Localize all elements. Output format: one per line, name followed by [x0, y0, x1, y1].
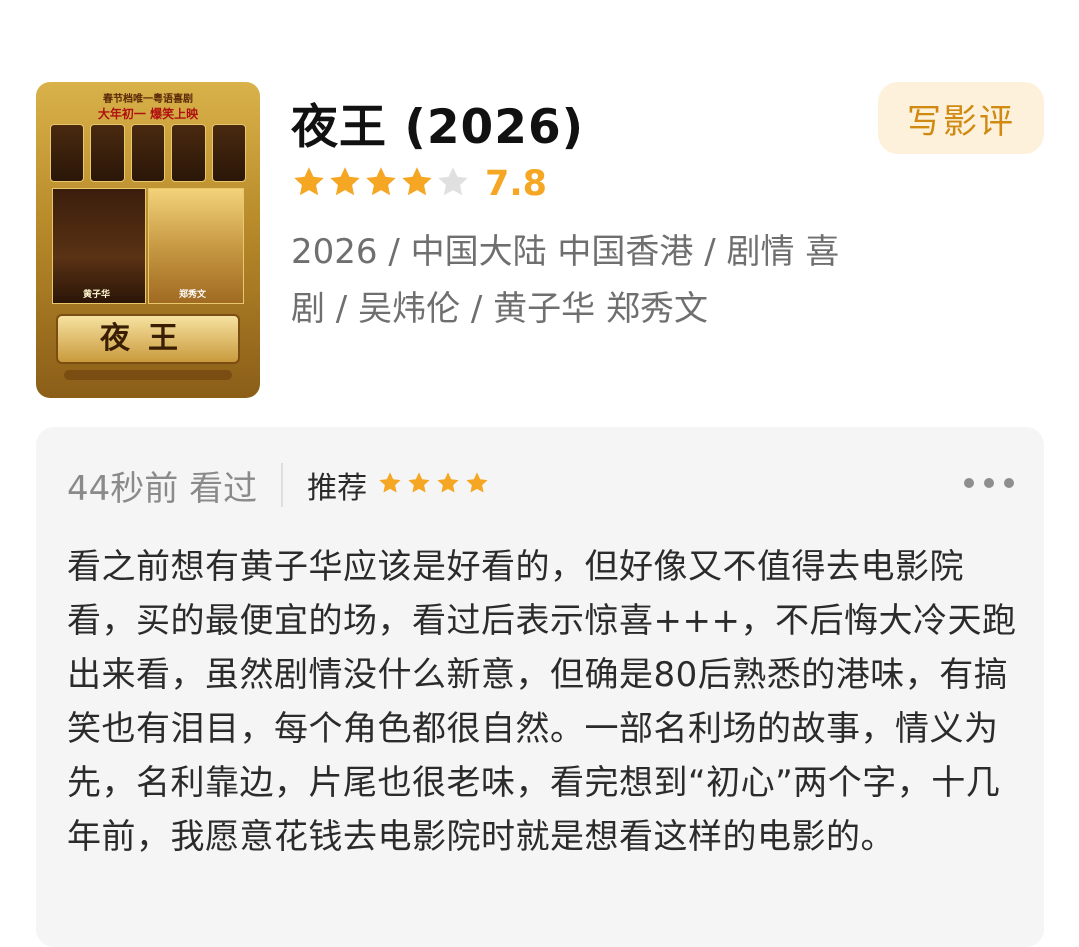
review-header: 44秒前 看过 推荐: [67, 461, 490, 509]
poster-bottom-strip: [64, 370, 232, 380]
poster-cast-row: [50, 124, 247, 182]
review-stars: [377, 470, 490, 500]
poster-cast-photo: [130, 124, 166, 182]
rating-value: 7.8: [485, 164, 548, 204]
review-text: 看之前想有黄子华应该是好看的，但好像又不值得去电影院看，买的最便宜的场，看过后表…: [67, 547, 1017, 857]
more-horizontal-icon: [984, 478, 994, 488]
star-icon: [327, 164, 363, 204]
poster-cast-photo: [50, 124, 85, 182]
more-horizontal-icon: [1004, 478, 1014, 488]
more-options-button[interactable]: [964, 471, 1014, 495]
write-review-button[interactable]: 写影评: [878, 82, 1044, 154]
star-icon: [291, 164, 327, 204]
star-icon: [363, 164, 399, 204]
movie-poster[interactable]: 春节档唯一粤语喜剧 大年初一 爆笑上映 黄子华 郑秀文 夜王: [36, 82, 260, 398]
movie-meta: 2026 / 中国大陆 中国香港 / 剧情 喜剧 / 吴炜伦 / 黄子华 郑秀文: [291, 232, 840, 329]
star-icon: [464, 470, 490, 500]
movie-title[interactable]: 夜王 (2026): [291, 88, 584, 157]
rating-stars: [291, 164, 471, 204]
poster-lead-right: 郑秀文: [148, 188, 244, 304]
star-icon: [435, 470, 461, 500]
poster-cast-photo: [171, 124, 206, 182]
poster-cast-photo: [211, 124, 247, 182]
poster-logo: 夜王: [56, 314, 240, 364]
rating-row: 7.8: [291, 164, 547, 204]
poster-lead-left: 黄子华: [52, 188, 146, 304]
movie-header: 春节档唯一粤语喜剧 大年初一 爆笑上映 黄子华 郑秀文 夜王 夜王 (2026)…: [36, 82, 1044, 398]
review-card: 44秒前 看过 推荐 看之前想有黄子华应该是好看的，但好像又不值得去电影院看，买…: [36, 427, 1044, 947]
poster-banner: 春节档唯一粤语喜剧 大年初一 爆笑上映: [46, 90, 250, 121]
poster-cast-photo: [90, 124, 125, 182]
poster-banner-line2: 大年初一 爆笑上映: [97, 107, 199, 121]
header-divider: [281, 463, 284, 507]
poster-banner-line1: 春节档唯一粤语喜剧: [103, 94, 193, 105]
star-icon: [399, 164, 435, 204]
poster-actor-left: 黄子华: [83, 290, 111, 300]
star-icon: [406, 470, 432, 500]
star-icon: [435, 164, 471, 204]
review-verdict: 推荐: [307, 471, 368, 506]
poster-actor-right: 郑秀文: [179, 290, 207, 300]
star-icon: [377, 470, 403, 500]
more-horizontal-icon: [964, 478, 974, 488]
review-time-status: 44秒前 看过: [67, 468, 258, 509]
